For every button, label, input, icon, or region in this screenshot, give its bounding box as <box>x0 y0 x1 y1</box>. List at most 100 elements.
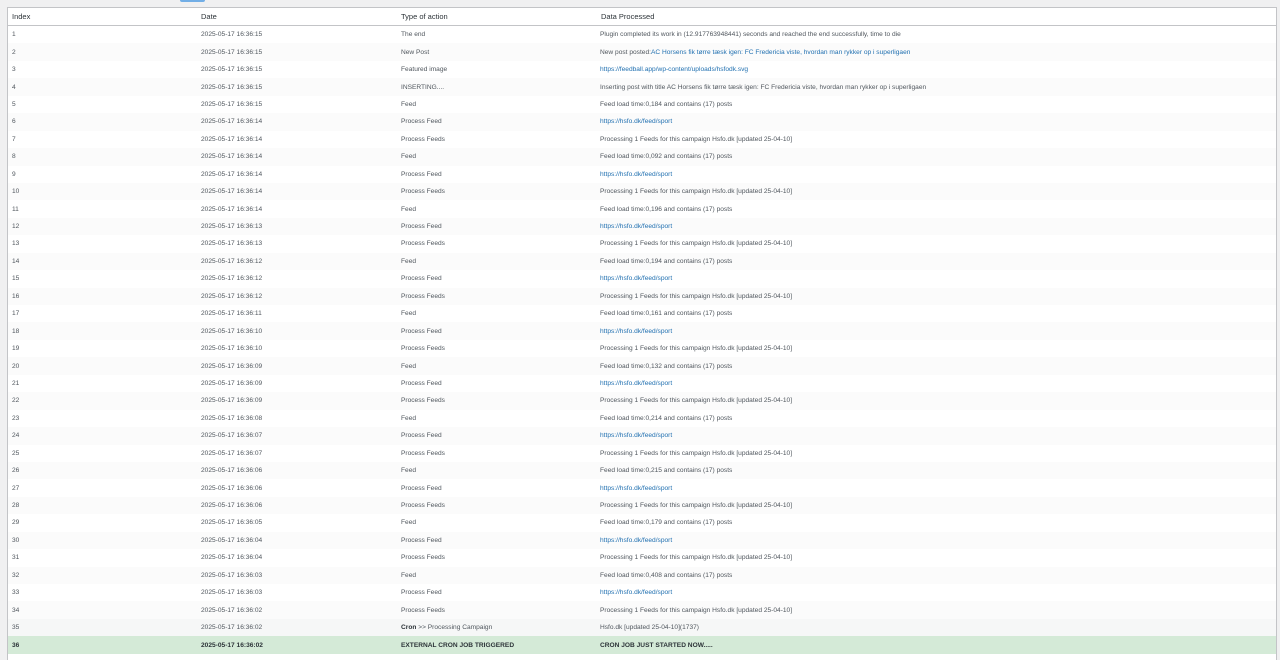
row-date: 2025-05-17 16:36:15 <box>197 95 397 114</box>
row-action-type-text: Process Feed <box>401 327 442 335</box>
row-data-processed: Processing 1 Feeds for this campaign Hsf… <box>597 182 1276 201</box>
row-date: 2025-05-17 16:36:09 <box>197 374 397 393</box>
row-data-processed: Feed load time:0,196 and contains (17) p… <box>597 200 1276 218</box>
row-data-processed: CRON JOB JUST STARTED NOW..... <box>597 636 1276 654</box>
row-action-type: Process Feed <box>397 531 597 550</box>
row-data-text: Hsfo.dk [updated 25-04-10](1737) <box>600 624 699 632</box>
row-data-prefix: New post posted: <box>600 48 651 56</box>
table-row: 13 2025-05-17 16:36:13 Process Feeds Proces… <box>8 235 1276 253</box>
row-data-processed: Plugin completed its work in (12.9177639… <box>597 25 1276 44</box>
table-row: 3 2025-05-17 16:36:15 Featured image https:… <box>8 60 1276 79</box>
row-action-type-text: Feed <box>401 467 417 475</box>
log-table-container: Index Date Type of action Data Processed… <box>7 7 1277 660</box>
column-header-type[interactable]: Type of action <box>397 8 597 26</box>
row-action-type-text: Feed <box>401 310 417 318</box>
row-index: 30 <box>8 531 197 550</box>
table-row: 33 2025-05-17 16:36:03 Process Feed https:/… <box>8 584 1276 602</box>
row-index: 1 <box>8 25 197 44</box>
row-date: 2025-05-17 16:36:14 <box>197 165 397 183</box>
row-action-type-text: Feed <box>401 205 417 213</box>
row-action-type: Feed <box>397 514 597 532</box>
column-header-date[interactable]: Date <box>197 8 397 26</box>
row-action-type-text: Process Feed <box>401 379 442 387</box>
row-action-type-text: Process Feed <box>401 536 442 544</box>
row-action-type: Process Feed <box>397 113 597 131</box>
row-action-type: Process Feed <box>397 479 597 497</box>
row-data-processed: https://hsfo.dk/feed/sport <box>597 217 1276 236</box>
row-data-text: Feed load time:0,092 and contains (17) p… <box>600 153 733 161</box>
row-action-type-text: New Post <box>401 48 430 56</box>
table-row: 23 2025-05-17 16:36:08 Feed Feed load time:… <box>8 409 1276 428</box>
row-data-processed: https://hsfo.dk/feed/sport <box>597 113 1276 131</box>
row-data-text: Processing 1 Feeds for this campaign Hsf… <box>600 449 793 457</box>
row-action-type: Feed <box>397 200 597 218</box>
row-action-type-text: Process Feed <box>401 223 442 231</box>
row-action-type-text: Process Feed <box>401 118 442 126</box>
row-data-processed: Feed load time:0,179 and contains (17) p… <box>597 514 1276 532</box>
row-data-link[interactable]: https://feedball.app/wp-content/uploads/… <box>600 66 748 73</box>
table-row: 22 2025-05-17 16:36:09 Process Feeds Proces… <box>8 392 1276 410</box>
row-index: 31 <box>8 549 197 567</box>
row-action-type-text: Feed <box>401 257 417 265</box>
active-tab-indicator[interactable] <box>180 0 205 2</box>
row-data-processed: https://hsfo.dk/feed/sport <box>597 584 1276 602</box>
table-row: 27 2025-05-17 16:36:06 Process Feed https:/… <box>8 479 1276 497</box>
row-data-processed: Processing 1 Feeds for this campaign Hsf… <box>597 287 1276 305</box>
row-action-type: Feed <box>397 357 597 375</box>
table-row: 12 2025-05-17 16:36:13 Process Feed https:/… <box>8 217 1276 236</box>
row-data-link[interactable]: https://hsfo.dk/feed/sport <box>600 432 672 439</box>
table-row: 30 2025-05-17 16:36:04 Process Feed https:/… <box>8 531 1276 550</box>
row-action-type: Process Feeds <box>397 287 597 305</box>
row-data-link[interactable]: AC Horsens fik tørre tæsk igen: FC Frede… <box>651 49 910 56</box>
row-action-type-text: Feed <box>401 100 417 108</box>
row-action-type-text: Process Feeds <box>401 502 445 510</box>
row-data-text: Feed load time:0,179 and contains (17) p… <box>600 519 733 527</box>
row-date: 2025-05-17 16:36:03 <box>197 566 397 584</box>
row-action-type: INSERTING.... <box>397 78 597 96</box>
row-data-processed: Feed load time:0,408 and contains (17) p… <box>597 566 1276 584</box>
row-index: 28 <box>8 496 197 515</box>
table-row: 9 2025-05-17 16:36:14 Process Feed https://… <box>8 165 1276 183</box>
row-action-type: Process Feed <box>397 584 597 602</box>
row-data-processed: Feed load time:0,184 and contains (17) p… <box>597 95 1276 114</box>
row-data-link[interactable]: https://hsfo.dk/feed/sport <box>600 485 672 492</box>
row-index: 16 <box>8 287 197 305</box>
column-header-data[interactable]: Data Processed <box>597 8 1276 26</box>
table-header-row: Index Date Type of action Data Processed <box>8 8 1276 26</box>
row-data-text: Feed load time:0,132 and contains (17) p… <box>600 362 733 370</box>
row-data-link[interactable]: https://hsfo.dk/feed/sport <box>600 328 672 335</box>
row-data-link[interactable]: https://hsfo.dk/feed/sport <box>600 223 672 230</box>
table-row: 31 2025-05-17 16:36:04 Process Feeds Proces… <box>8 549 1276 567</box>
row-index: 23 <box>8 409 197 428</box>
row-data-processed: Feed load time:0,132 and contains (17) p… <box>597 357 1276 375</box>
row-date: 2025-05-17 16:36:10 <box>197 322 397 340</box>
row-data-text: CRON JOB JUST STARTED NOW..... <box>600 641 713 649</box>
row-data-link[interactable]: https://hsfo.dk/feed/sport <box>600 589 672 596</box>
row-data-link[interactable]: https://hsfo.dk/feed/sport <box>600 171 672 178</box>
row-action-type-text: The end <box>401 31 426 39</box>
row-date: 2025-05-17 16:36:02 <box>197 618 397 637</box>
row-data-processed: Processing 1 Feeds for this campaign Hsf… <box>597 130 1276 149</box>
row-data-text: Processing 1 Feeds for this campaign Hsf… <box>600 240 793 248</box>
row-data-link[interactable]: https://hsfo.dk/feed/sport <box>600 380 672 387</box>
table-row: 35 2025-05-17 16:36:02 Cron >> Processing … <box>8 618 1276 637</box>
row-data-processed: https://feedball.app/wp-content/uploads/… <box>597 60 1276 79</box>
row-data-processed: https://hsfo.dk/feed/sport <box>597 427 1276 445</box>
row-data-link[interactable]: https://hsfo.dk/feed/sport <box>600 537 672 544</box>
row-action-type: Featured image <box>397 60 597 79</box>
row-data-text: Feed load time:0,214 and contains (17) p… <box>600 414 733 422</box>
row-index: 3 <box>8 60 197 79</box>
row-data-text: Processing 1 Feeds for this campaign Hsf… <box>600 554 793 562</box>
row-index: 21 <box>8 374 197 393</box>
row-action-type-text: Feed <box>401 519 417 527</box>
row-date: 2025-05-17 16:36:12 <box>197 287 397 305</box>
table-row: 16 2025-05-17 16:36:12 Process Feeds Proces… <box>8 287 1276 305</box>
row-date: 2025-05-17 16:36:07 <box>197 427 397 445</box>
column-header-index[interactable]: Index <box>8 8 197 26</box>
row-data-link[interactable]: https://hsfo.dk/feed/sport <box>600 118 672 125</box>
row-index: 6 <box>8 113 197 131</box>
row-data-processed: Feed load time:0,215 and contains (17) p… <box>597 461 1276 480</box>
table-row: 4 2025-05-17 16:36:15 INSERTING.... Inserti… <box>8 78 1276 96</box>
row-data-link[interactable]: https://hsfo.dk/feed/sport <box>600 275 672 282</box>
row-action-type: Process Feeds <box>397 392 597 410</box>
